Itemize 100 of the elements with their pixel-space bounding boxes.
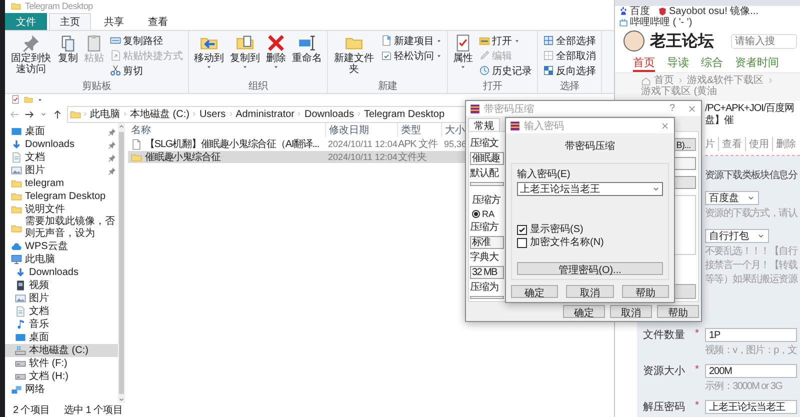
- properties-icon[interactable]: [11, 95, 20, 104]
- scrollbar[interactable]: [118, 123, 125, 403]
- nav-item[interactable]: telegram: [5, 177, 118, 190]
- nav-item[interactable]: 图片: [5, 292, 118, 305]
- select-field[interactable]: 百度盘: [705, 191, 759, 205]
- nav-item[interactable]: 需要加载此镜像，否则无声音，设为: [5, 216, 118, 240]
- forward-arrow-icon[interactable]: [24, 108, 35, 120]
- thread-action-link[interactable]: 片: [705, 137, 718, 151]
- ribbon-button[interactable]: 历史记录: [477, 63, 534, 78]
- bookmark[interactable]: 哔哩哔哩 ( '- '): [619, 17, 692, 28]
- nav-item[interactable]: 文档 (H:): [5, 370, 118, 383]
- dialog-button[interactable]: 取消: [610, 305, 652, 318]
- password-field[interactable]: 上老王论坛当老王: [517, 182, 663, 196]
- manage-passwords-button[interactable]: 管理密码(O)...: [517, 262, 663, 275]
- ribbon-button[interactable]: 剪切: [108, 63, 185, 78]
- close-icon[interactable]: [687, 104, 697, 114]
- nav-tab[interactable]: 资者时间: [735, 54, 779, 72]
- dialog-heading: 带密码压缩: [565, 140, 615, 153]
- ribbon-button[interactable]: 反向选择: [541, 63, 598, 78]
- ribbon-button[interactable]: 打开: [477, 33, 534, 48]
- breadcrumb-item[interactable]: Users: [198, 108, 227, 120]
- ribbon-button[interactable]: 复制到: [228, 33, 262, 71]
- nav-item[interactable]: 音乐: [5, 318, 118, 331]
- nav-item[interactable]: Downloads: [5, 138, 118, 151]
- breadcrumb-item[interactable]: 本地磁盘 (C:): [129, 107, 190, 121]
- ribbon-tab[interactable]: 共享: [93, 13, 135, 30]
- nav-tab[interactable]: 综合: [701, 54, 723, 72]
- ribbon-tab[interactable]: 主页: [49, 13, 91, 30]
- nav-item[interactable]: 图片: [5, 164, 118, 177]
- ribbon-button[interactable]: 属性: [451, 33, 475, 71]
- dialog-button[interactable]: 帮助: [657, 305, 699, 318]
- ribbon-button[interactable]: 新建文件夹: [331, 33, 377, 76]
- search-field[interactable]: 请输入搜: [731, 34, 797, 48]
- breadcrumb-item[interactable]: Telegram Desktop: [362, 108, 446, 120]
- dropdown-field[interactable]: 32 MB: [470, 266, 504, 278]
- column-header[interactable]: 类型: [398, 123, 442, 137]
- dialog-button[interactable]: 确定: [511, 285, 558, 298]
- ribbon-button[interactable]: 全部取消: [541, 48, 598, 63]
- input-field[interactable]: 上老王论坛当老王: [705, 400, 797, 414]
- home-icon[interactable]: [641, 76, 651, 86]
- bookmark[interactable]: Sayobot osu! 镜像...: [658, 6, 758, 17]
- up-arrow-icon[interactable]: [52, 108, 63, 120]
- copy-icon: [59, 34, 77, 52]
- checkbox[interactable]: [517, 238, 527, 248]
- ribbon-button[interactable]: 重命名: [290, 33, 324, 65]
- ribbon-tab[interactable]: 查看: [137, 13, 179, 30]
- chevron-right-icon: [766, 77, 774, 84]
- new-item-icon: [381, 35, 392, 46]
- ribbon-button[interactable]: 复制路径: [108, 33, 185, 48]
- back-arrow-icon[interactable]: [9, 108, 20, 120]
- dialog-button[interactable]: 取消: [566, 285, 614, 298]
- close-icon[interactable]: [660, 120, 670, 130]
- thread-action-link[interactable]: 使用: [745, 137, 772, 151]
- input-field[interactable]: 1P: [705, 328, 797, 342]
- ribbon-button[interactable]: 复制: [56, 33, 80, 65]
- nav-item[interactable]: Downloads: [5, 266, 118, 279]
- nav-item[interactable]: 文档: [5, 305, 118, 318]
- nav-item[interactable]: 文档: [5, 151, 118, 164]
- bookmark[interactable]: 百度: [619, 6, 650, 17]
- ribbon-button[interactable]: 全部选择: [541, 33, 598, 48]
- thread-action-link[interactable]: 删除: [772, 137, 799, 151]
- checkbox[interactable]: [517, 224, 527, 234]
- breadcrumb-item[interactable]: Administrator: [234, 108, 296, 120]
- select-field[interactable]: 自行打包: [705, 229, 769, 243]
- column-header[interactable]: 修改日期: [326, 123, 398, 137]
- nav-tab[interactable]: 导读: [667, 54, 689, 72]
- breadcrumb-item[interactable]: Downloads: [303, 108, 355, 120]
- dropdown-field[interactable]: [470, 182, 504, 186]
- text-field[interactable]: [470, 296, 504, 299]
- nav-item[interactable]: 软件 (F:): [5, 357, 118, 370]
- nav-item[interactable]: 本地磁盘 (C:): [5, 344, 118, 357]
- window-title: Telegram Desktop: [25, 1, 93, 11]
- nav-item[interactable]: WPS云盘: [5, 240, 118, 253]
- nav-item[interactable]: 网络: [5, 383, 118, 396]
- text-field[interactable]: 催眠趣: [470, 152, 504, 165]
- dialog-tab[interactable]: 常规: [468, 118, 500, 131]
- column-header[interactable]: 名称: [128, 123, 326, 137]
- nav-item[interactable]: Telegram Desktop: [5, 190, 118, 203]
- ribbon-button[interactable]: 轻松访问: [379, 48, 444, 63]
- ribbon-button[interactable]: 移动到: [192, 33, 226, 71]
- help-button[interactable]: ?: [669, 103, 675, 114]
- thread-action-link[interactable]: 查看: [718, 137, 745, 151]
- field-label: 文件数量: [642, 328, 686, 342]
- nav-item[interactable]: 此电脑: [5, 253, 118, 266]
- file-name: 【SLG机翻】催眠趣小鬼综合征（AI翻译...: [145, 138, 319, 151]
- ribbon-button[interactable]: 固定到快速访问: [8, 33, 54, 76]
- ribbon-tab[interactable]: 文件: [5, 13, 47, 30]
- ribbon-button[interactable]: 删除: [264, 33, 288, 71]
- nav-item[interactable]: 视频: [5, 279, 118, 292]
- nav-item[interactable]: 说明文件: [5, 203, 118, 216]
- dropdown-field[interactable]: 标准: [470, 236, 504, 248]
- breadcrumb-item[interactable]: 此电脑: [89, 107, 121, 121]
- dialog-button[interactable]: 确定: [563, 305, 605, 318]
- nav-item[interactable]: 桌面: [5, 331, 118, 344]
- nav-item[interactable]: 桌面: [5, 125, 118, 138]
- input-field[interactable]: 200M: [705, 364, 797, 378]
- ribbon-button[interactable]: 新建项目: [379, 33, 444, 48]
- radio-button[interactable]: [472, 210, 480, 218]
- caret-icon[interactable]: [37, 96, 43, 102]
- dialog-button[interactable]: 帮助: [622, 285, 669, 298]
